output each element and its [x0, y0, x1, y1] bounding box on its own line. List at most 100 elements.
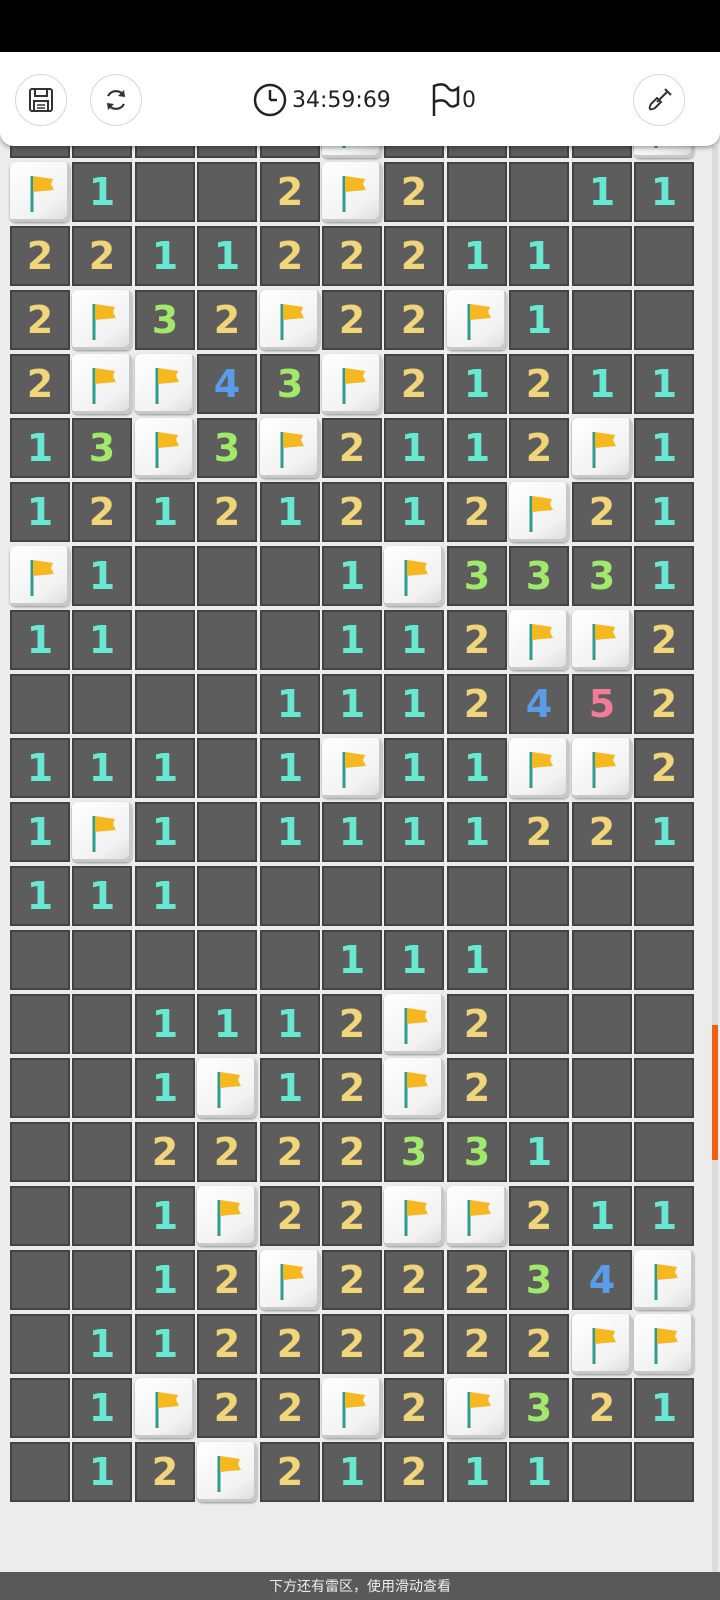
empty-cell[interactable] [447, 866, 507, 926]
number-cell[interactable]: 1 [384, 674, 444, 734]
number-cell[interactable]: 1 [384, 610, 444, 670]
number-cell[interactable]: 1 [447, 354, 507, 414]
number-cell[interactable]: 3 [447, 1122, 507, 1182]
number-cell[interactable]: 1 [322, 546, 382, 606]
number-cell[interactable]: 3 [72, 418, 132, 478]
flagged-cell[interactable] [260, 290, 320, 350]
number-cell[interactable]: 2 [634, 610, 694, 670]
flagged-cell[interactable] [72, 802, 132, 862]
number-cell[interactable]: 2 [572, 482, 632, 542]
number-cell[interactable]: 2 [509, 802, 569, 862]
empty-cell[interactable] [72, 1250, 132, 1310]
flagged-cell[interactable] [260, 418, 320, 478]
number-cell[interactable]: 1 [72, 1378, 132, 1438]
number-cell[interactable]: 2 [197, 1314, 257, 1374]
number-cell[interactable]: 2 [509, 418, 569, 478]
flagged-cell[interactable] [72, 290, 132, 350]
number-cell[interactable]: 2 [447, 1250, 507, 1310]
empty-cell[interactable] [197, 738, 257, 798]
empty-cell[interactable] [572, 1122, 632, 1182]
number-cell[interactable]: 1 [509, 226, 569, 286]
number-cell[interactable]: 1 [72, 866, 132, 926]
number-cell[interactable]: 2 [384, 1378, 444, 1438]
empty-cell[interactable] [10, 930, 70, 990]
number-cell[interactable]: 2 [197, 1122, 257, 1182]
number-cell[interactable]: 2 [322, 1250, 382, 1310]
empty-cell[interactable] [572, 1442, 632, 1502]
number-cell[interactable]: 1 [572, 162, 632, 222]
number-cell[interactable]: 1 [447, 930, 507, 990]
number-cell[interactable]: 1 [135, 482, 195, 542]
number-cell[interactable]: 2 [384, 1442, 444, 1502]
number-cell[interactable]: 4 [572, 1250, 632, 1310]
number-cell[interactable]: 1 [135, 866, 195, 926]
number-cell[interactable]: 2 [384, 226, 444, 286]
number-cell[interactable]: 2 [322, 1186, 382, 1246]
number-cell[interactable]: 2 [322, 994, 382, 1054]
number-cell[interactable]: 2 [10, 146, 70, 158]
number-cell[interactable]: 4 [197, 354, 257, 414]
number-cell[interactable]: 1 [72, 738, 132, 798]
number-cell[interactable]: 1 [72, 546, 132, 606]
empty-cell[interactable] [72, 1122, 132, 1182]
flagged-cell[interactable] [447, 290, 507, 350]
number-cell[interactable]: 1 [384, 418, 444, 478]
number-cell[interactable]: 1 [447, 802, 507, 862]
scrollbar-track[interactable] [712, 146, 718, 1572]
number-cell[interactable]: 3 [197, 418, 257, 478]
number-cell[interactable]: 1 [634, 162, 694, 222]
empty-cell[interactable] [135, 546, 195, 606]
empty-cell[interactable] [72, 674, 132, 734]
empty-cell[interactable] [260, 930, 320, 990]
number-cell[interactable]: 1 [634, 418, 694, 478]
number-cell[interactable]: 1 [634, 802, 694, 862]
flagged-cell[interactable] [322, 1378, 382, 1438]
flagged-cell[interactable] [10, 546, 70, 606]
empty-cell[interactable] [322, 866, 382, 926]
flagged-cell[interactable] [509, 738, 569, 798]
flagged-cell[interactable] [634, 146, 694, 158]
empty-cell[interactable] [509, 930, 569, 990]
number-cell[interactable]: 3 [447, 546, 507, 606]
number-cell[interactable]: 1 [135, 1058, 195, 1118]
number-cell[interactable]: 1 [509, 1122, 569, 1182]
flagged-cell[interactable] [322, 354, 382, 414]
empty-cell[interactable] [572, 226, 632, 286]
number-cell[interactable]: 2 [384, 1250, 444, 1310]
number-cell[interactable]: 2 [447, 610, 507, 670]
flagged-cell[interactable] [135, 1378, 195, 1438]
number-cell[interactable]: 1 [197, 994, 257, 1054]
empty-cell[interactable] [10, 1314, 70, 1374]
flagged-cell[interactable] [384, 546, 444, 606]
scrollbar-thumb[interactable] [712, 1025, 718, 1160]
number-cell[interactable]: 1 [10, 738, 70, 798]
number-cell[interactable]: 1 [135, 1314, 195, 1374]
number-cell[interactable]: 2 [10, 290, 70, 350]
empty-cell[interactable] [634, 866, 694, 926]
flagged-cell[interactable] [509, 482, 569, 542]
flagged-cell[interactable] [634, 1314, 694, 1374]
empty-cell[interactable] [260, 610, 320, 670]
number-cell[interactable]: 3 [260, 354, 320, 414]
number-cell[interactable]: 1 [72, 1442, 132, 1502]
number-cell[interactable]: 2 [384, 290, 444, 350]
empty-cell[interactable] [10, 674, 70, 734]
empty-cell[interactable] [135, 674, 195, 734]
save-button[interactable] [15, 74, 67, 126]
empty-cell[interactable] [10, 1250, 70, 1310]
number-cell[interactable]: 1 [634, 546, 694, 606]
number-cell[interactable]: 2 [447, 994, 507, 1054]
number-cell[interactable]: 1 [322, 1442, 382, 1502]
flagged-cell[interactable] [384, 1186, 444, 1246]
empty-cell[interactable] [572, 994, 632, 1054]
flagged-cell[interactable] [260, 1250, 320, 1310]
restart-button[interactable] [90, 74, 142, 126]
number-cell[interactable]: 2 [260, 1442, 320, 1502]
number-cell[interactable]: 1 [260, 674, 320, 734]
empty-cell[interactable] [72, 1186, 132, 1246]
number-cell[interactable]: 2 [447, 1058, 507, 1118]
empty-cell[interactable] [197, 546, 257, 606]
number-cell[interactable]: 1 [135, 994, 195, 1054]
flagged-cell[interactable] [322, 738, 382, 798]
number-cell[interactable]: 1 [260, 994, 320, 1054]
